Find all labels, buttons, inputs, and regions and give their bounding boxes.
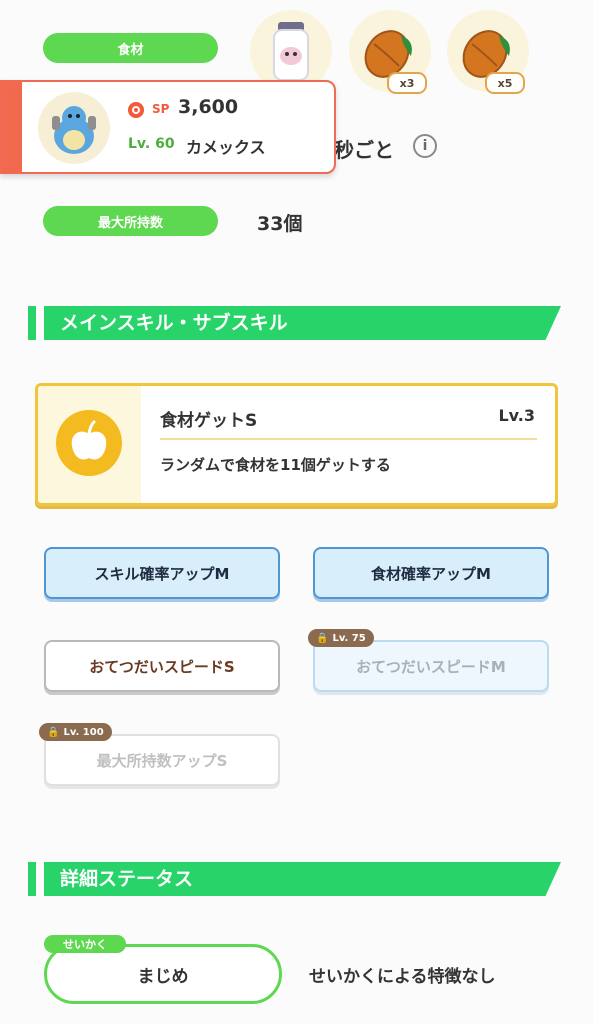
sp-icon [128,102,144,118]
sub-skill-5-lock-badge: 🔒 Lv. 100 [39,723,112,741]
main-skill-card[interactable]: 食材ゲットS Lv.3 ランダムで食材を11個ゲットする [35,383,558,506]
sub-skill-label: おてつだいスピードM [356,657,506,676]
ingredient-qty-3: x5 [485,72,525,94]
pokemon-name: カメックス [186,138,266,157]
pokemon-level: Lv. 60 [128,136,175,152]
sp-label: SP [152,102,170,116]
main-skill-description: ランダムで食材を11個ゲットする [160,456,391,474]
main-skill-icon-panel [38,386,141,503]
nature-box[interactable]: まじめ [44,944,282,1004]
blastoise-icon [52,106,96,154]
ingredient-qty-2: x3 [387,72,427,94]
skills-section-title: メインスキル・サブスキル [60,312,288,334]
sub-skill-2[interactable]: 食材確率アップM [313,547,549,599]
unlock-level: Lv. 100 [63,726,104,738]
help-interval-text: 秒ごと [334,138,394,162]
main-skill-level: Lv.3 [498,406,535,425]
sub-skill-4[interactable]: おてつだいスピードM [313,640,549,692]
nature-value: まじめ [137,966,189,987]
sub-skill-1[interactable]: スキル確率アップM [44,547,280,599]
apple-icon [71,420,107,460]
sub-skill-4-lock-badge: 🔒 Lv. 75 [308,629,374,647]
sub-skill-label: 最大所持数アップS [96,751,228,770]
max-carry-label: 最大所持数 [43,206,218,236]
max-carry-value: 33個 [257,213,303,235]
nature-tag: せいかく [44,935,126,953]
ingredient-slot-3[interactable]: x5 [447,10,529,94]
nature-effect: せいかくによる特徴なし [309,967,496,987]
pokemon-portrait [38,92,110,164]
sub-skill-label: 食材確率アップM [371,564,491,583]
main-skill-icon-circle [56,410,122,476]
ingredients-label: 食材 [43,33,218,63]
sp-value: 3,600 [178,96,239,118]
info-icon[interactable]: i [413,134,437,158]
sub-skill-label: スキル確率アップM [94,564,230,583]
ingredient-slot-2[interactable]: x3 [349,10,431,94]
unlock-level: Lv. 75 [332,632,366,644]
main-skill-name: 食材ゲットS [160,411,258,431]
lock-icon: 🔒 [316,632,329,644]
section-stripe [28,862,36,896]
section-stripe [28,306,36,340]
status-section-title: 詳細ステータス [60,868,194,890]
sub-skill-3[interactable]: おてつだいスピードS [44,640,280,692]
card-accent [2,82,22,172]
status-section-header: 詳細ステータス [28,862,561,896]
sub-skill-5[interactable]: 最大所持数アップS [44,734,280,786]
lock-icon: 🔒 [47,726,60,738]
sub-skill-label: おてつだいスピードS [89,657,235,676]
pokemon-card[interactable]: SP 3,600 Lv. 60 カメックス [0,80,336,174]
main-skill-divider [160,438,537,440]
skills-section-header: メインスキル・サブスキル [28,306,561,340]
